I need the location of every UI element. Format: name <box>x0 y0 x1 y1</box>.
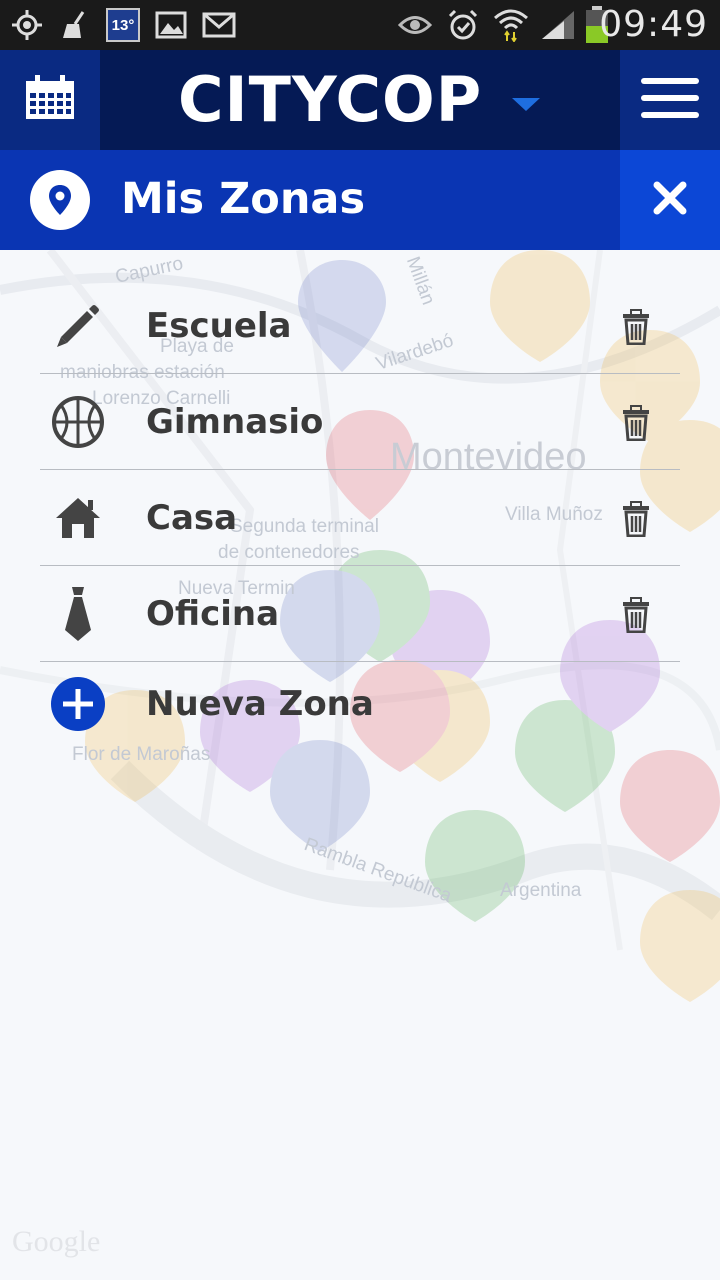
location-icon <box>10 8 44 42</box>
gallery-icon <box>155 8 187 42</box>
zone-item-escuela[interactable]: Escuela <box>0 278 720 374</box>
map-label-argentina: Argentina <box>500 880 582 901</box>
basketball-icon <box>48 394 108 450</box>
temperature-badge: 13° <box>106 8 140 42</box>
delete-zone-trash-icon[interactable] <box>620 597 652 634</box>
gmail-icon <box>202 8 236 42</box>
pencil-icon <box>48 298 108 354</box>
zone-label: Casa <box>146 498 238 538</box>
delete-zone-trash-icon[interactable] <box>620 309 652 346</box>
city-dropdown-caret-icon[interactable] <box>512 98 540 111</box>
status-bar: 13° 09:49 <box>0 0 720 50</box>
zone-item-gimnasio[interactable]: Gimnasio <box>0 374 720 470</box>
location-pin-icon <box>30 170 90 230</box>
wifi-icon <box>492 8 530 42</box>
delete-zone-trash-icon[interactable] <box>620 501 652 538</box>
app-logo[interactable]: CITYCOP <box>178 64 482 136</box>
zone-label: Escuela <box>146 306 292 346</box>
new-zone-label: Nueva Zona <box>146 684 374 724</box>
close-button[interactable] <box>620 150 720 250</box>
signal-icon <box>540 8 576 42</box>
section-title: Mis Zonas <box>121 174 366 224</box>
clock-time: 09:49 <box>599 4 708 45</box>
eye-icon <box>398 8 432 42</box>
tie-icon <box>48 586 108 642</box>
menu-button[interactable] <box>620 50 720 150</box>
app-bar: CITYCOP <box>0 50 720 150</box>
zone-item-casa[interactable]: Casa <box>0 470 720 566</box>
zone-label: Gimnasio <box>146 402 324 442</box>
close-icon <box>653 181 687 220</box>
new-zone-item[interactable]: Nueva Zona <box>0 662 720 748</box>
broom-icon <box>60 8 90 42</box>
zone-label: Oficina <box>146 594 280 634</box>
calendar-icon <box>24 74 76 126</box>
calendar-button[interactable] <box>0 50 100 150</box>
alarm-icon <box>446 8 480 42</box>
zone-item-oficina[interactable]: Oficina <box>0 566 720 662</box>
add-circle-icon <box>48 676 108 732</box>
delete-zone-trash-icon[interactable] <box>620 405 652 442</box>
section-header: Mis Zonas <box>0 150 720 250</box>
hamburger-icon <box>641 76 699 125</box>
house-icon <box>48 490 108 546</box>
google-watermark: Google <box>12 1225 101 1258</box>
